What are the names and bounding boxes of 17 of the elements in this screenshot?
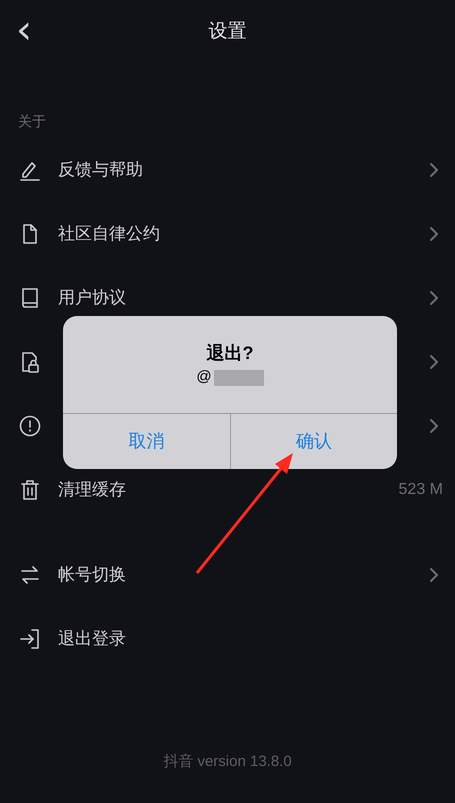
screen-title: 设置 bbox=[208, 20, 246, 44]
back-button[interactable]: ‹ bbox=[16, 12, 32, 48]
row-label: 社区自律公约 bbox=[58, 223, 160, 246]
dialog-title: 退出? bbox=[206, 342, 254, 364]
dialog-username: @ bbox=[196, 367, 212, 388]
row-label: 反馈与帮助 bbox=[58, 159, 143, 182]
version-text: 抖音 version 13.8.0 bbox=[163, 752, 292, 772]
row-label: 用户协议 bbox=[58, 287, 126, 310]
dialog-button[interactable]: 取消 bbox=[63, 414, 230, 469]
row-value: 523 M bbox=[398, 480, 443, 500]
row-label: 帐号切换 bbox=[58, 564, 126, 586]
logout-icon bbox=[18, 627, 42, 651]
blurred-username bbox=[214, 370, 264, 386]
row-label: 清理缓存 bbox=[58, 479, 126, 502]
section-title: 关于 bbox=[18, 112, 46, 131]
alert-icon bbox=[18, 414, 42, 438]
row-label: 退出登录 bbox=[58, 628, 126, 650]
